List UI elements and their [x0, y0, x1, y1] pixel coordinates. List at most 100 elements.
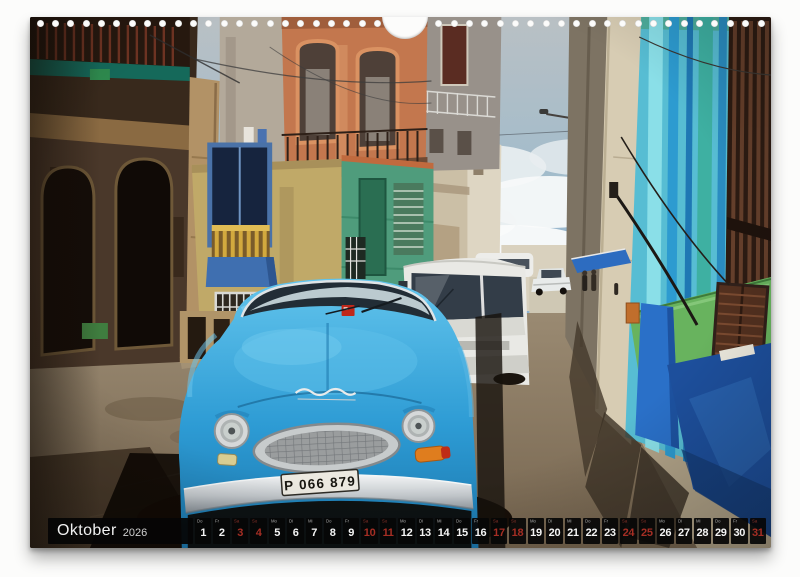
- weekday-abbr: So: [511, 519, 516, 524]
- weekday-abbr: Do: [326, 519, 331, 524]
- punch-hole: [190, 20, 197, 27]
- calendar-day-cell: Di6: [287, 518, 303, 544]
- weekday-abbr: Mo: [271, 519, 277, 524]
- weekday-abbr: Do: [715, 519, 720, 524]
- calendar-day-cell: Mi 21: [565, 518, 581, 544]
- calendar-day-cell: Do29: [713, 518, 729, 544]
- month-label: Oktober 2026: [48, 518, 193, 544]
- day-number: 12: [401, 526, 413, 541]
- vignette: [30, 17, 771, 548]
- calendar-day-cell: Sa 3: [232, 518, 248, 544]
- weekday-abbr: Fr: [733, 519, 737, 524]
- day-number: 1: [200, 526, 206, 541]
- calendar-day-cell: Mi 7: [306, 518, 322, 544]
- punch-hole: [374, 20, 381, 27]
- weekday-abbr: Do: [456, 519, 461, 524]
- weekday-abbr: Fr: [345, 519, 349, 524]
- punch-hole: [512, 20, 519, 27]
- calendar-sheet: P 066 879 Oktober 2026 Do1Fr2Sa3So4Mo5Di…: [30, 17, 771, 548]
- day-number: 22: [586, 526, 598, 541]
- day-number: 27: [678, 526, 690, 541]
- day-number: 24: [623, 526, 635, 541]
- calendar-day-cell: Do 15: [454, 518, 470, 544]
- weekday-abbr: Mi: [567, 519, 571, 524]
- weekday-abbr: So: [641, 519, 646, 524]
- punch-hole: [635, 20, 642, 27]
- day-number: 2: [219, 526, 225, 541]
- weekday-abbr: Di: [289, 519, 293, 524]
- calendar-day-cell: Di13: [417, 518, 433, 544]
- weekday-abbr: Sa: [622, 519, 627, 524]
- weekday-abbr: Sa: [234, 519, 239, 524]
- weekday-abbr: Sa: [752, 519, 757, 524]
- calendar-day-cell: Mo 12: [398, 518, 414, 544]
- weekday-abbr: Mo: [659, 519, 665, 524]
- day-number: 20: [549, 526, 561, 541]
- punch-hole: [175, 20, 182, 27]
- day-cells: Do1Fr2Sa3So4Mo5Di6Mi7Do8Fr9Sa10So11Mo12D…: [195, 518, 766, 544]
- punch-hole: [83, 20, 90, 27]
- calendar-day-cell: Mo 26: [657, 518, 673, 544]
- day-number: 13: [419, 526, 431, 541]
- weekday-abbr: Mi: [308, 519, 312, 524]
- day-number: 31: [752, 526, 764, 541]
- havana-street-photo: P 066 879: [30, 17, 771, 548]
- weekday-abbr: Mo: [400, 519, 406, 524]
- weekday-abbr: Mi: [696, 519, 700, 524]
- punch-hole: [144, 20, 151, 27]
- day-number: 25: [641, 526, 653, 541]
- punch-hole: [282, 20, 289, 27]
- day-number: 5: [274, 526, 280, 541]
- calendar-day-cell: Sa 24: [620, 518, 636, 544]
- day-number: 17: [493, 526, 505, 541]
- calendar-day-cell: Mi 14: [435, 518, 451, 544]
- calendar-strip: Oktober 2026 Do1Fr2Sa3So4Mo5Di6Mi7Do8Fr9…: [48, 518, 766, 544]
- punch-hole: [466, 20, 473, 27]
- punch-hole: [37, 20, 44, 27]
- day-number: 21: [567, 526, 579, 541]
- punch-hole: [681, 20, 688, 27]
- calendar-day-cell: Fr 23: [602, 518, 618, 544]
- weekday-abbr: Mi: [437, 519, 441, 524]
- weekday-abbr: Fr: [215, 519, 219, 524]
- punch-hole: [558, 20, 565, 27]
- punch-hole: [313, 20, 320, 27]
- day-number: 11: [383, 526, 394, 541]
- day-number: 3: [237, 526, 243, 541]
- weekday-abbr: Fr: [604, 519, 608, 524]
- punch-hole: [758, 20, 765, 27]
- punch-hole: [497, 20, 504, 27]
- day-number: 16: [475, 526, 487, 541]
- punch-hole: [236, 20, 243, 27]
- calendar-day-cell: So 18: [509, 518, 525, 544]
- calendar-day-cell: Fr 30: [731, 518, 747, 544]
- weekday-abbr: Mo: [530, 519, 536, 524]
- calendar-day-cell: Sa17: [491, 518, 507, 544]
- punch-hole: [589, 20, 596, 27]
- day-number: 30: [733, 526, 745, 541]
- day-number: 15: [456, 526, 468, 541]
- weekday-abbr: Fr: [474, 519, 478, 524]
- punch-hole: [267, 20, 274, 27]
- day-number: 7: [311, 526, 317, 541]
- day-number: 8: [330, 526, 336, 541]
- day-number: 26: [660, 526, 672, 541]
- calendar-day-cell: Do 8: [324, 518, 340, 544]
- punch-hole: [543, 20, 550, 27]
- punch-hole: [359, 20, 366, 27]
- day-number: 10: [364, 526, 376, 541]
- day-number: 23: [604, 526, 616, 541]
- day-number: 18: [512, 526, 524, 541]
- year-label: 2026: [123, 527, 147, 539]
- calendar-day-cell: Di20: [546, 518, 562, 544]
- weekday-abbr: Di: [678, 519, 682, 524]
- calendar-day-cell: Mi28: [694, 518, 710, 544]
- punch-hole: [727, 20, 734, 27]
- month-name: Oktober: [57, 522, 117, 540]
- day-number: 14: [438, 526, 450, 541]
- calendar-day-cell: Di 27: [676, 518, 692, 544]
- punch-hole: [221, 20, 228, 27]
- calendar-day-cell: So 25: [639, 518, 655, 544]
- calendar-day-cell: Fr9: [343, 518, 359, 544]
- calendar-day-cell: Fr 16: [472, 518, 488, 544]
